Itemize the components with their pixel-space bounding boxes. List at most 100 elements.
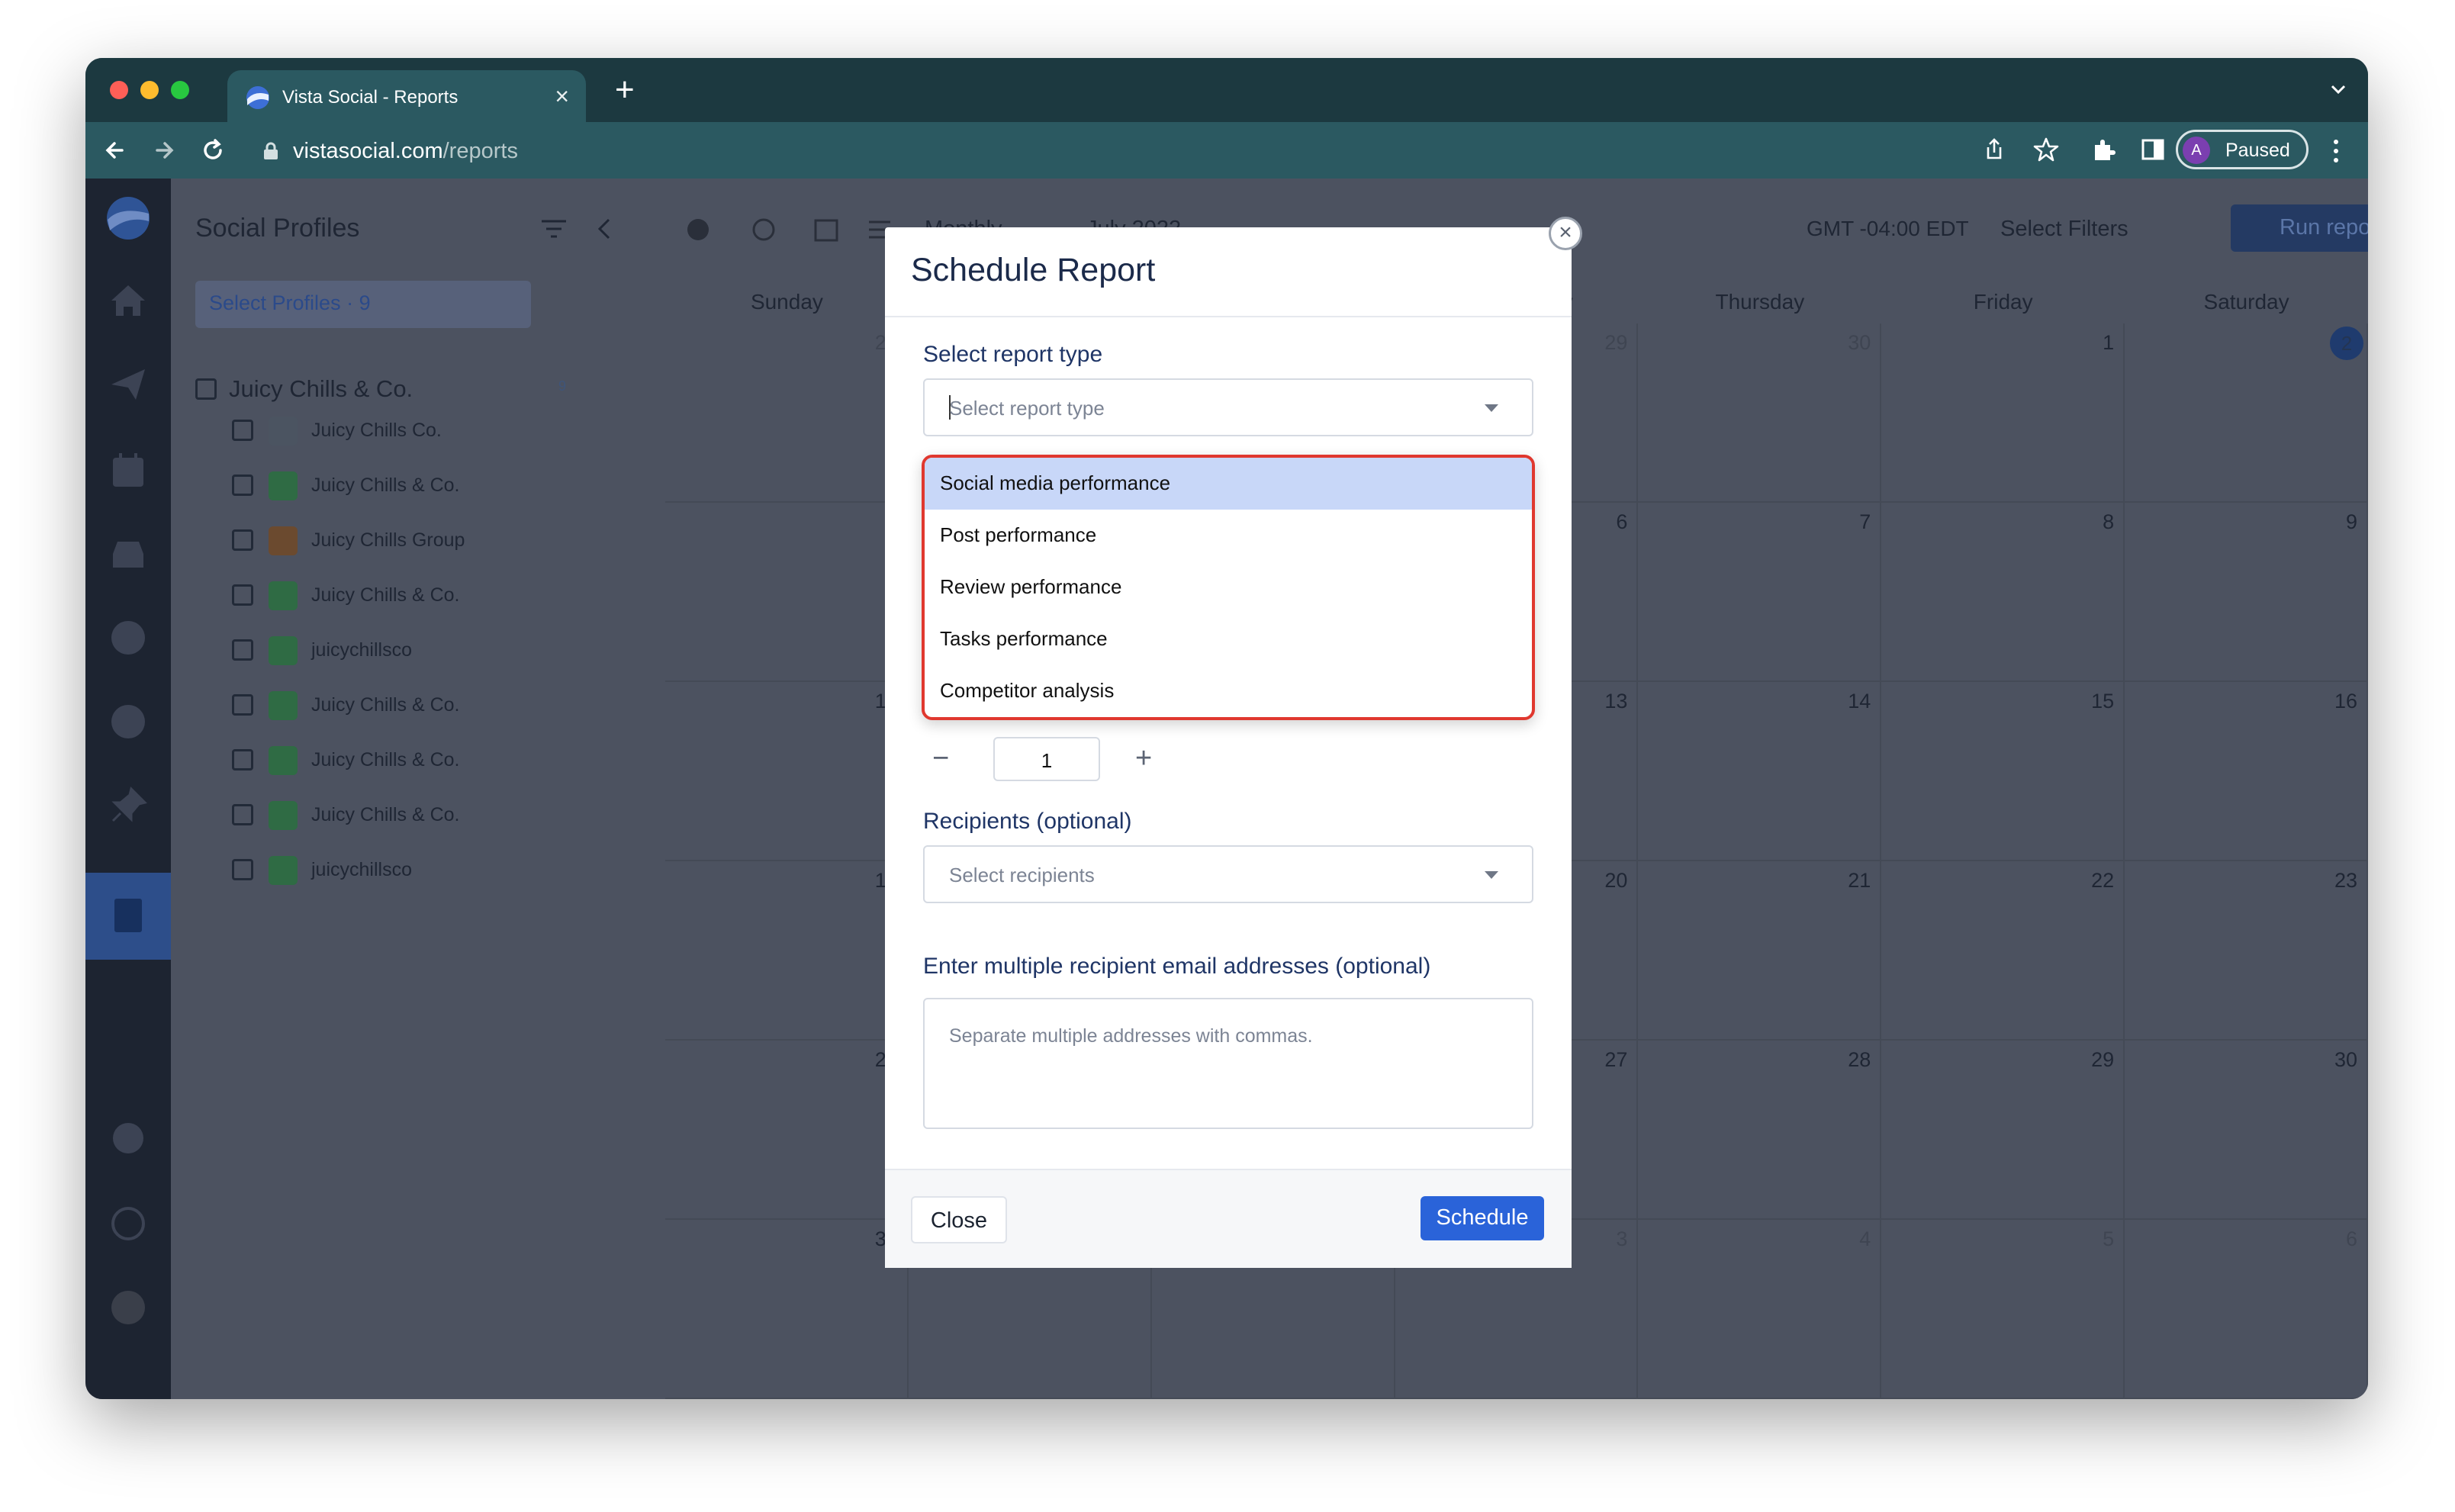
profile-row[interactable]: Juicy Chills Co.	[171, 412, 665, 458]
reload-icon[interactable]	[195, 133, 230, 168]
calendar-day-cell[interactable]: 30	[1638, 323, 1882, 503]
calendar-day-cell[interactable]: 14	[1638, 682, 1882, 861]
select-filters-dropdown[interactable]: Select Filters	[2000, 217, 2128, 242]
profile-row[interactable]: Juicy Chills & Co.	[171, 467, 665, 513]
profile-checkbox[interactable]	[232, 475, 253, 496]
calendar-day-cell[interactable]: 4	[1638, 1220, 1882, 1399]
profile-name: Juicy Chills & Co.	[311, 804, 460, 825]
user-avatar[interactable]	[105, 1285, 151, 1330]
profile-row[interactable]: Juicy Chills Group	[171, 522, 665, 568]
calendar-day-cell[interactable]: 2	[2125, 323, 2368, 503]
select-profiles-dropdown[interactable]: Select Profiles · 9	[195, 281, 531, 328]
address-bar[interactable]: vistasocial.com/reports	[262, 134, 1636, 168]
calendar-view-icon[interactable]	[812, 215, 841, 244]
forward-arrow-icon[interactable]	[146, 133, 182, 168]
profile-row[interactable]: Juicy Chills & Co.	[171, 796, 665, 842]
calendar-day-cell[interactable]: 17	[665, 861, 909, 1041]
calendar-day-cell[interactable]: 22	[1881, 861, 2125, 1041]
tab-close-icon[interactable]: ×	[555, 81, 569, 111]
group-checkbox[interactable]	[195, 378, 217, 400]
profile-row[interactable]: Juicy Chills & Co.	[171, 742, 665, 787]
report-type-select[interactable]: Select report type	[923, 378, 1533, 436]
bookmark-star-icon[interactable]	[2031, 134, 2061, 165]
calendar-day-cell[interactable]: 28	[1638, 1041, 1882, 1220]
calendar-day-cell[interactable]: 29	[1881, 1041, 2125, 1220]
browser-tab[interactable]: Vista Social - Reports ×	[227, 70, 586, 124]
tab-bar: Vista Social - Reports × +	[85, 58, 2368, 124]
recipients-label: Recipients (optional)	[923, 809, 1132, 834]
profile-checkbox[interactable]	[232, 639, 253, 661]
side-panel-icon[interactable]	[2138, 134, 2168, 165]
profile-checkbox[interactable]	[232, 749, 253, 770]
extensions-icon[interactable]	[2089, 134, 2119, 165]
calendar-day-cell[interactable]: 31	[665, 1220, 909, 1399]
option-tasks-performance[interactable]: Tasks performance	[925, 613, 1532, 665]
option-review-performance[interactable]: Review performance	[925, 561, 1532, 613]
calendar-day-cell[interactable]: 3	[665, 503, 909, 682]
inbox-icon[interactable]	[105, 531, 151, 577]
profile-row[interactable]: Juicy Chills & Co.	[171, 687, 665, 732]
profile-row[interactable]: juicychillsco	[171, 632, 665, 677]
close-button[interactable]: Close	[911, 1196, 1007, 1243]
calendar-day-cell[interactable]: 23	[2125, 861, 2368, 1041]
zoom-window-button[interactable]	[171, 81, 189, 99]
calendar-day-cell[interactable]: 16	[2125, 682, 2368, 861]
decrement-icon[interactable]: −	[932, 743, 949, 774]
profile-checkbox[interactable]	[232, 584, 253, 606]
profile-checkbox[interactable]	[232, 694, 253, 716]
calendar-icon[interactable]	[105, 447, 151, 493]
increment-icon[interactable]: +	[1135, 743, 1152, 774]
chevron-down-icon[interactable]	[2327, 78, 2350, 101]
close-window-button[interactable]	[110, 81, 128, 99]
option-post-performance[interactable]: Post performance	[925, 510, 1532, 561]
vista-social-logo-icon[interactable]	[105, 195, 151, 241]
close-button-label: Close	[930, 1208, 988, 1233]
calendar-day-cell[interactable]: 9	[2125, 503, 2368, 682]
recipients-select[interactable]: Select recipients	[923, 845, 1533, 903]
profile-checkbox[interactable]	[232, 420, 253, 441]
profile-checkbox[interactable]	[232, 804, 253, 825]
more-menu-icon[interactable]	[2328, 134, 2344, 168]
listening-icon[interactable]	[105, 615, 151, 661]
new-tab-icon[interactable]: +	[615, 73, 635, 107]
profile-row[interactable]: Juicy Chills & Co.	[171, 577, 665, 622]
pin-icon[interactable]	[105, 783, 151, 828]
profile-checkbox[interactable]	[232, 529, 253, 551]
option-social-media-performance[interactable]: Social media performance	[925, 458, 1532, 510]
calendar-day-cell[interactable]: 6	[2125, 1220, 2368, 1399]
day-number: 22	[2091, 869, 2115, 892]
help-icon[interactable]	[105, 1201, 151, 1247]
calendar-day-cell[interactable]: 8	[1881, 503, 2125, 682]
calendar-day-cell[interactable]: 30	[2125, 1041, 2368, 1220]
reviews-star-icon[interactable]	[105, 699, 151, 745]
share-icon[interactable]	[1979, 134, 2009, 165]
profile-button[interactable]: A Paused	[2176, 130, 2309, 169]
calendar-day-cell[interactable]: 21	[1638, 861, 1882, 1041]
reports-nav-selected[interactable]	[85, 873, 171, 960]
option-competitor-analysis[interactable]: Competitor analysis	[925, 665, 1532, 717]
collapse-chevron-icon[interactable]	[595, 217, 615, 241]
calendar-day-cell[interactable]: 5	[1881, 1220, 2125, 1399]
minimize-window-button[interactable]	[140, 81, 159, 99]
calendar-day-cell[interactable]: 15	[1881, 682, 2125, 861]
send-icon[interactable]	[105, 362, 151, 407]
calendar-day-cell[interactable]: 1	[1881, 323, 2125, 503]
calendar-day-cell[interactable]: 10	[665, 682, 909, 861]
schedule-button[interactable]: Schedule	[1421, 1196, 1544, 1240]
calendar-day-cell[interactable]: 24	[665, 1041, 909, 1220]
profile-checkbox[interactable]	[232, 859, 253, 880]
quantity-stepper[interactable]: 1	[993, 737, 1100, 781]
refresh-icon[interactable]	[749, 215, 778, 244]
filter-icon[interactable]	[540, 218, 568, 240]
settings-gear-icon[interactable]	[684, 215, 713, 244]
home-icon[interactable]	[105, 278, 151, 323]
back-arrow-icon[interactable]	[98, 133, 133, 168]
add-icon[interactable]	[105, 1115, 151, 1161]
day-number: 29	[2091, 1048, 2115, 1071]
run-report-button[interactable]: Run report	[2231, 204, 2368, 252]
calendar-day-cell[interactable]: 7	[1638, 503, 1882, 682]
calendar-day-cell[interactable]: 26	[665, 323, 909, 503]
profile-row[interactable]: juicychillsco	[171, 851, 665, 897]
timezone-label[interactable]: GMT -04:00 EDT	[1807, 217, 1969, 241]
emails-textarea[interactable]: Separate multiple addresses with commas.	[923, 998, 1533, 1129]
